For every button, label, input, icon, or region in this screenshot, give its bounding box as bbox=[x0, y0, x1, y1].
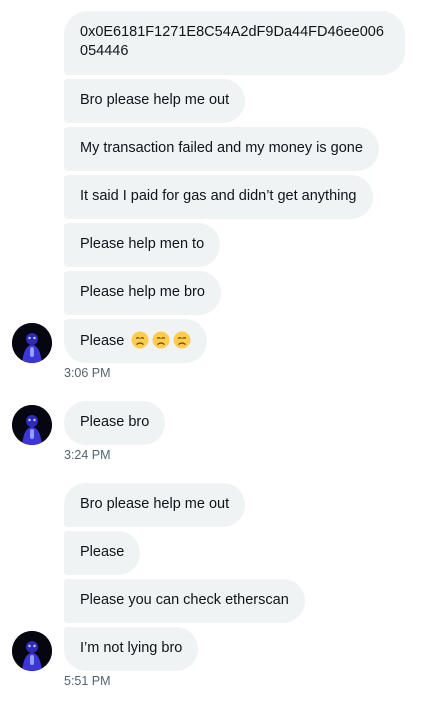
user-avatar-icon[interactable] bbox=[12, 631, 52, 671]
message-text: Bro please help me out bbox=[80, 496, 230, 512]
user-avatar-icon[interactable] bbox=[12, 323, 52, 363]
message-text: Please you can check etherscan bbox=[80, 592, 289, 608]
emoji-row bbox=[128, 331, 191, 349]
disappointed-face-emoji-icon bbox=[152, 331, 170, 349]
message-text: Please bro bbox=[80, 414, 150, 430]
message-text: My transaction failed and my money is go… bbox=[80, 140, 363, 156]
message-text: It said I paid for gas and didn’t get an… bbox=[80, 188, 357, 204]
message-timestamp: 3:24 PM bbox=[64, 448, 111, 462]
message-bubble[interactable]: I’m not lying bro bbox=[64, 627, 199, 671]
message-text: Please bbox=[80, 333, 125, 349]
message-bubble[interactable]: Bro please help me out bbox=[64, 483, 246, 527]
message-text: I’m not lying bro bbox=[80, 640, 183, 656]
message-text: Please help me bro bbox=[80, 284, 205, 300]
message-bubble[interactable]: Please bro bbox=[64, 401, 166, 445]
message-bubble-wallet-address[interactable]: 0x0E6181F1271E8C54A2dF9Da44FD46ee0060544… bbox=[64, 11, 405, 75]
message-bubble[interactable]: Please you can check etherscan bbox=[64, 579, 305, 623]
message-text: 0x0E6181F1271E8C54A2dF9Da44FD46ee0060544… bbox=[80, 24, 384, 59]
disappointed-face-emoji-icon bbox=[173, 331, 191, 349]
message-text: Please bbox=[80, 544, 125, 560]
user-avatar-icon[interactable] bbox=[12, 405, 52, 445]
message-bubble[interactable]: Bro please help me out bbox=[64, 79, 246, 123]
message-timestamp: 3:06 PM bbox=[64, 366, 111, 380]
message-bubble[interactable]: My transaction failed and my money is go… bbox=[64, 127, 379, 171]
message-text: Please help men to bbox=[80, 236, 205, 252]
message-bubble[interactable]: Please bbox=[64, 531, 141, 575]
message-text: Bro please help me out bbox=[80, 92, 230, 108]
message-bubble[interactable]: Please help me bro bbox=[64, 271, 221, 315]
message-timestamp: 5:51 PM bbox=[64, 674, 111, 688]
message-bubble[interactable]: Please help men to bbox=[64, 223, 221, 267]
message-bubble[interactable]: Please bbox=[64, 319, 208, 363]
message-bubble[interactable]: It said I paid for gas and didn’t get an… bbox=[64, 175, 373, 219]
disappointed-face-emoji-icon bbox=[131, 331, 149, 349]
